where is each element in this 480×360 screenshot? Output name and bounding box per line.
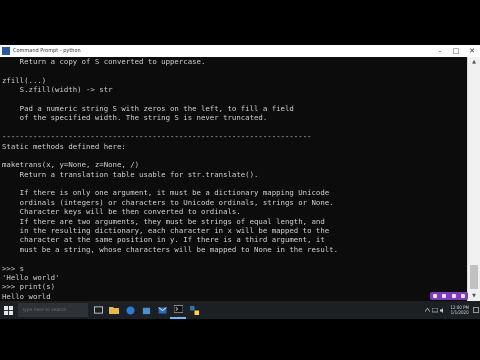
clock-date: 1/1/2020 [450, 310, 469, 315]
scroll-down-icon[interactable]: ▼ [468, 291, 480, 301]
volume-icon[interactable] [439, 301, 447, 319]
maximize-icon[interactable]: □ [448, 45, 464, 57]
cmd-icon [2, 47, 10, 55]
console-line: Hello world [2, 291, 51, 301]
folder-icon[interactable] [106, 301, 122, 319]
console-line: ordinals (integers) or characters to Uni… [2, 197, 334, 207]
mail-icon[interactable] [154, 301, 170, 319]
console-line: Pad a numeric string S with zeros on the… [2, 103, 294, 113]
browser-icon[interactable] [122, 301, 138, 319]
network-icon[interactable] [431, 301, 439, 319]
console-line: Character keys will be then converted to… [2, 207, 241, 217]
windows-start-icon[interactable] [0, 301, 16, 319]
system-tray: 12:00 PM 1/1/2020 [423, 301, 480, 319]
console-scrollbar[interactable]: ▲ ▼ [467, 57, 480, 301]
overlay-icon[interactable] [461, 294, 466, 298]
console-line: must be a string, whose characters will … [2, 244, 339, 254]
console-line: >>> s [2, 263, 25, 273]
console-line: character at the same position in y. If … [2, 235, 325, 245]
console-line: S.zfill(width) -> str [2, 85, 113, 95]
window-title: Command Prompt - python [13, 48, 81, 54]
scrollbar-thumb[interactable] [470, 265, 478, 289]
scroll-up-icon[interactable]: ▲ [468, 57, 480, 67]
store-icon[interactable] [138, 301, 154, 319]
taskbar-search[interactable] [18, 303, 88, 317]
close-icon[interactable]: ✕ [464, 45, 480, 57]
taskbar: 12:00 PM 1/1/2020 [0, 301, 480, 319]
bottom-letterbox [0, 319, 480, 360]
console-line: Return a translation table usable for st… [2, 169, 259, 179]
python-icon[interactable] [186, 301, 202, 319]
console-line: If there are two arguments, they must be… [2, 216, 325, 226]
console-output[interactable]: Return a copy of S converted to uppercas… [0, 57, 467, 301]
console-line: Return a copy of S converted to uppercas… [2, 57, 206, 66]
search-input[interactable] [22, 307, 82, 313]
overlay-icon[interactable] [451, 294, 456, 298]
console-line: If there is only one argument, it must b… [2, 188, 330, 198]
overlay-icon[interactable] [432, 294, 437, 298]
console-line: in the resulting dictionary, each charac… [2, 226, 330, 236]
terminal-icon[interactable] [170, 301, 186, 319]
console-line: ----------------------------------------… [2, 132, 312, 142]
overlay-icon[interactable] [442, 294, 447, 298]
taskbar-clock[interactable]: 12:00 PM 1/1/2020 [450, 305, 469, 315]
console-line: >>> print(s) [2, 282, 56, 292]
console-line: 'Hello world' [2, 272, 60, 282]
notification-icon[interactable] [472, 301, 480, 319]
console-line: zfill(...) [2, 75, 47, 85]
console-line: maketrans(x, y=None, z=None, /) [2, 160, 140, 170]
top-letterbox [0, 0, 480, 45]
console-line: of the specified width. The string S is … [2, 113, 268, 123]
console-line: Static methods defined here: [2, 141, 126, 151]
task-view-icon[interactable] [90, 301, 106, 319]
window-controls: – □ ✕ [432, 45, 480, 57]
chevron-up-icon[interactable] [423, 301, 431, 319]
minimize-icon[interactable]: – [432, 45, 448, 57]
overlay-toolbar[interactable] [430, 292, 468, 300]
